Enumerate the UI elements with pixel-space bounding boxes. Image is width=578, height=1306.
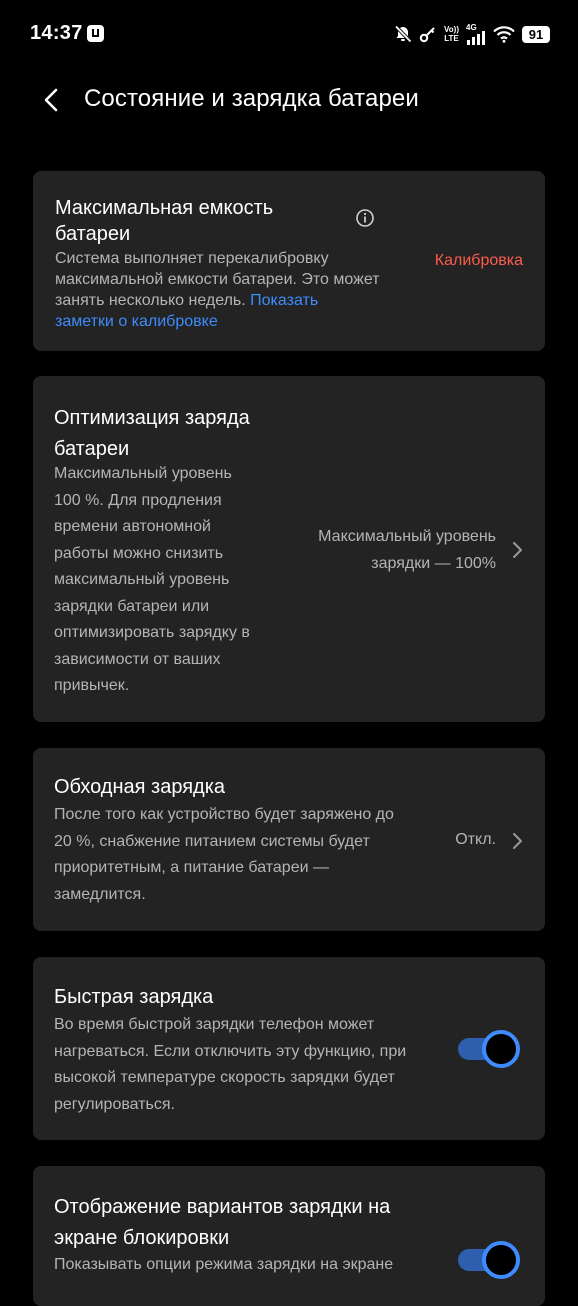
capacity-title-line: батареи [55,223,131,245]
chevron-right-icon [513,542,522,558]
calibration-notes-link[interactable]: Показать [250,292,318,309]
optimization-value-line: Максимальный уровень [318,528,496,545]
toggle-thumb [482,1241,520,1279]
capacity-desc-line: Система выполняет перекалибровку [55,250,329,267]
lockscreen-title-line: Отображение вариантов зарядки на [54,1196,391,1218]
lockscreen-charging-options-card: Отображение вариантов зарядки на экране … [33,1166,545,1306]
volte-indicator: Vo)) LTE [444,25,459,43]
app-header: Состояние и зарядка батареи [0,68,578,132]
optimization-desc-line: зарядки батареи или [54,597,210,615]
battery-capacity-card[interactable]: Максимальная емкость батареи Система вып… [33,171,545,351]
optimization-value: Максимальный уровень зарядки — 100% [276,524,496,577]
chevron-right-icon [513,833,522,849]
bypass-desc-line: замедлится. [54,885,146,903]
capacity-description: Система выполняет перекалибровку максима… [55,248,425,332]
fast-desc-line: регулироваться. [54,1095,175,1113]
fast-desc-line: Во время быстрой зарядки телефон может [54,1016,375,1033]
charge-optimization-card[interactable]: Оптимизация заряда батареи Максимальный … [33,376,545,722]
key-icon [419,27,435,43]
lte-label: LTE [444,34,459,43]
capacity-title-line: Максимальная емкость [55,197,274,219]
optimization-title: Оптимизация заряда батареи [54,403,250,465]
fast-charging-toggle[interactable] [458,1030,522,1068]
calibration-notes-link-continued[interactable]: заметки о калибровке [55,311,425,332]
page-title: Состояние и зарядка батареи [84,85,419,112]
lockscreen-desc-line: Показывать опции режима зарядки на экран… [54,1256,394,1273]
clock: 14:37 [30,22,83,44]
signal-bars-icon [467,31,485,45]
fast-desc-line: высокой температуре скорость зарядки буд… [54,1069,395,1086]
bypass-description: После того как устройство будет заряжено… [54,802,444,908]
optimization-desc-line: привычек. [54,677,130,694]
optimization-desc-line: Максимальный уровень [54,465,232,482]
optimization-value-line: зарядки — 100% [371,554,496,572]
back-button[interactable] [34,82,70,118]
bypass-desc-line: приоритетным, а питание батареи — [54,859,329,876]
notification-app-icon [87,25,104,42]
battery-indicator: 91 [522,25,550,43]
fast-charging-card: Быстрая зарядка Во время быстрой зарядки… [33,957,545,1140]
capacity-desc-text: занять несколько недель. [55,292,246,309]
bypass-value: Откл. [455,831,496,848]
lockscreen-options-toggle[interactable] [458,1241,522,1279]
status-bar: 14:37 Vo)) LTE 4G 91 [0,0,578,68]
capacity-title: Максимальная емкость батареи [55,195,355,247]
optimization-desc-line: 100 %. Для продления [54,491,222,509]
fast-charging-title: Быстрая зарядка [54,986,214,1008]
optimization-desc-line: оптимизировать зарядку в [54,624,250,641]
optimization-desc-line: зависимости от ваших [54,650,221,668]
bypass-charging-card[interactable]: Обходная зарядка После того как устройст… [33,748,545,931]
fast-desc-line: нагреваться. Если отключить эту функцию,… [54,1042,407,1060]
optimization-description: Максимальный уровень 100 %. Для продлени… [54,461,294,700]
toggle-thumb [482,1030,520,1068]
capacity-desc-line: максимальной емкости батареи. Это может [55,271,380,288]
cellular-signal: 4G [466,23,486,45]
lockscreen-description: Показывать опции режима зарядки на экран… [54,1252,454,1279]
lockscreen-title: Отображение вариантов зарядки на экране … [54,1192,390,1254]
chevron-left-icon [44,88,58,112]
optimization-title-line: Оптимизация заряда [54,407,250,429]
bypass-desc-line: 20 %, снабжение питанием системы будет [54,832,370,850]
bypass-title: Обходная зарядка [54,776,226,798]
fast-charging-description: Во время быстрой зарядки телефон может н… [54,1012,444,1118]
info-icon[interactable] [355,208,375,228]
bypass-desc-line: После того как устройство будет заряжено… [54,806,394,823]
optimization-desc-line: работы можно снизить [54,544,224,562]
bell-off-icon [394,25,412,43]
calibration-status: Калибровка [434,252,523,269]
wifi-icon [493,26,515,43]
volte-label: Vo)) [444,25,459,34]
optimization-desc-line: максимальный уровень [54,571,230,588]
status-icons: Vo)) LTE 4G 91 [394,22,550,46]
lockscreen-title-line: экране блокировки [54,1227,230,1249]
capacity-desc-line: занять несколько недель. Показать [55,290,425,311]
optimization-desc-line: времени автономной [54,518,211,535]
